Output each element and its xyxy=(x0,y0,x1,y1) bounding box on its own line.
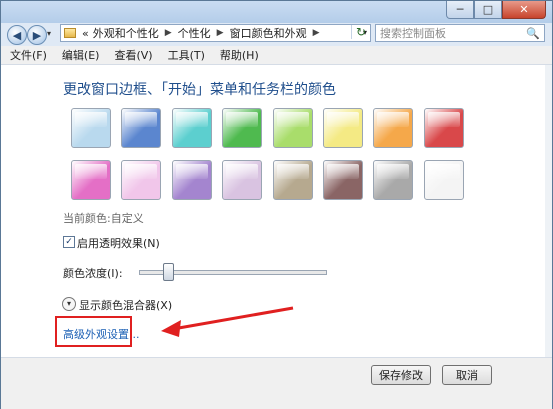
breadcrumb-personalization[interactable]: 个性化 xyxy=(176,25,213,41)
window: ─ □ ✕ ◀ ▶ ▾ « 外观和个性化 ▶ 个性化 ▶ 窗口颜色和外观 ▶ ▾… xyxy=(0,0,553,409)
navigation-row: ◀ ▶ ▾ « 外观和个性化 ▶ 个性化 ▶ 窗口颜色和外观 ▶ ▾ ↻ 搜索控… xyxy=(1,23,552,45)
minimize-button[interactable]: ─ xyxy=(446,1,474,19)
breadcrumb-appearance[interactable]: 外观和个性化 xyxy=(91,25,161,41)
close-button[interactable]: ✕ xyxy=(502,1,546,19)
search-box[interactable]: 搜索控制面板 🔍 xyxy=(375,24,545,42)
menu-view[interactable]: 查看(V) xyxy=(105,47,158,63)
maximize-button[interactable]: □ xyxy=(474,1,502,19)
address-bar[interactable]: « 外观和个性化 ▶ 个性化 ▶ 窗口颜色和外观 ▶ ▾ xyxy=(60,24,371,42)
cancel-button[interactable]: 取消 xyxy=(442,365,492,385)
breadcrumb-window-color[interactable]: 窗口颜色和外观 xyxy=(228,25,309,41)
breadcrumb-separator-icon[interactable]: ▶ xyxy=(309,28,324,38)
scrollbar[interactable] xyxy=(545,65,552,357)
menu-tools[interactable]: 工具(T) xyxy=(159,47,211,63)
search-icon[interactable]: 🔍 xyxy=(526,27,540,40)
forward-button[interactable]: ▶ xyxy=(27,25,47,45)
save-button[interactable]: 保存修改 xyxy=(371,365,431,385)
footer-bar: 保存修改 取消 xyxy=(1,357,552,409)
menu-edit[interactable]: 编辑(E) xyxy=(53,47,106,63)
annotation-arrow-icon xyxy=(161,306,294,337)
breadcrumb-overflow[interactable]: « xyxy=(80,27,91,40)
search-input[interactable]: 搜索控制面板 xyxy=(380,25,446,41)
content-area: 更改窗口边框、「开始」菜单和任务栏的颜色 当前颜色:自定义 ✓ 启用透明效果(N… xyxy=(1,65,552,357)
window-controls: ─ □ ✕ xyxy=(446,1,546,19)
refresh-icon[interactable]: ↻ xyxy=(351,25,370,39)
control-panel-icon xyxy=(64,28,76,38)
recent-pages-dropdown[interactable]: ▾ xyxy=(47,29,51,38)
breadcrumb-separator-icon[interactable]: ▶ xyxy=(161,28,176,38)
breadcrumb-separator-icon[interactable]: ▶ xyxy=(213,28,228,38)
menu-help[interactable]: 帮助(H) xyxy=(211,47,265,63)
title-bar: ─ □ ✕ xyxy=(1,1,552,23)
back-button[interactable]: ◀ xyxy=(7,25,27,45)
menu-file[interactable]: 文件(F) xyxy=(1,47,53,63)
menu-bar: 文件(F) 编辑(E) 查看(V) 工具(T) 帮助(H) xyxy=(1,46,552,65)
